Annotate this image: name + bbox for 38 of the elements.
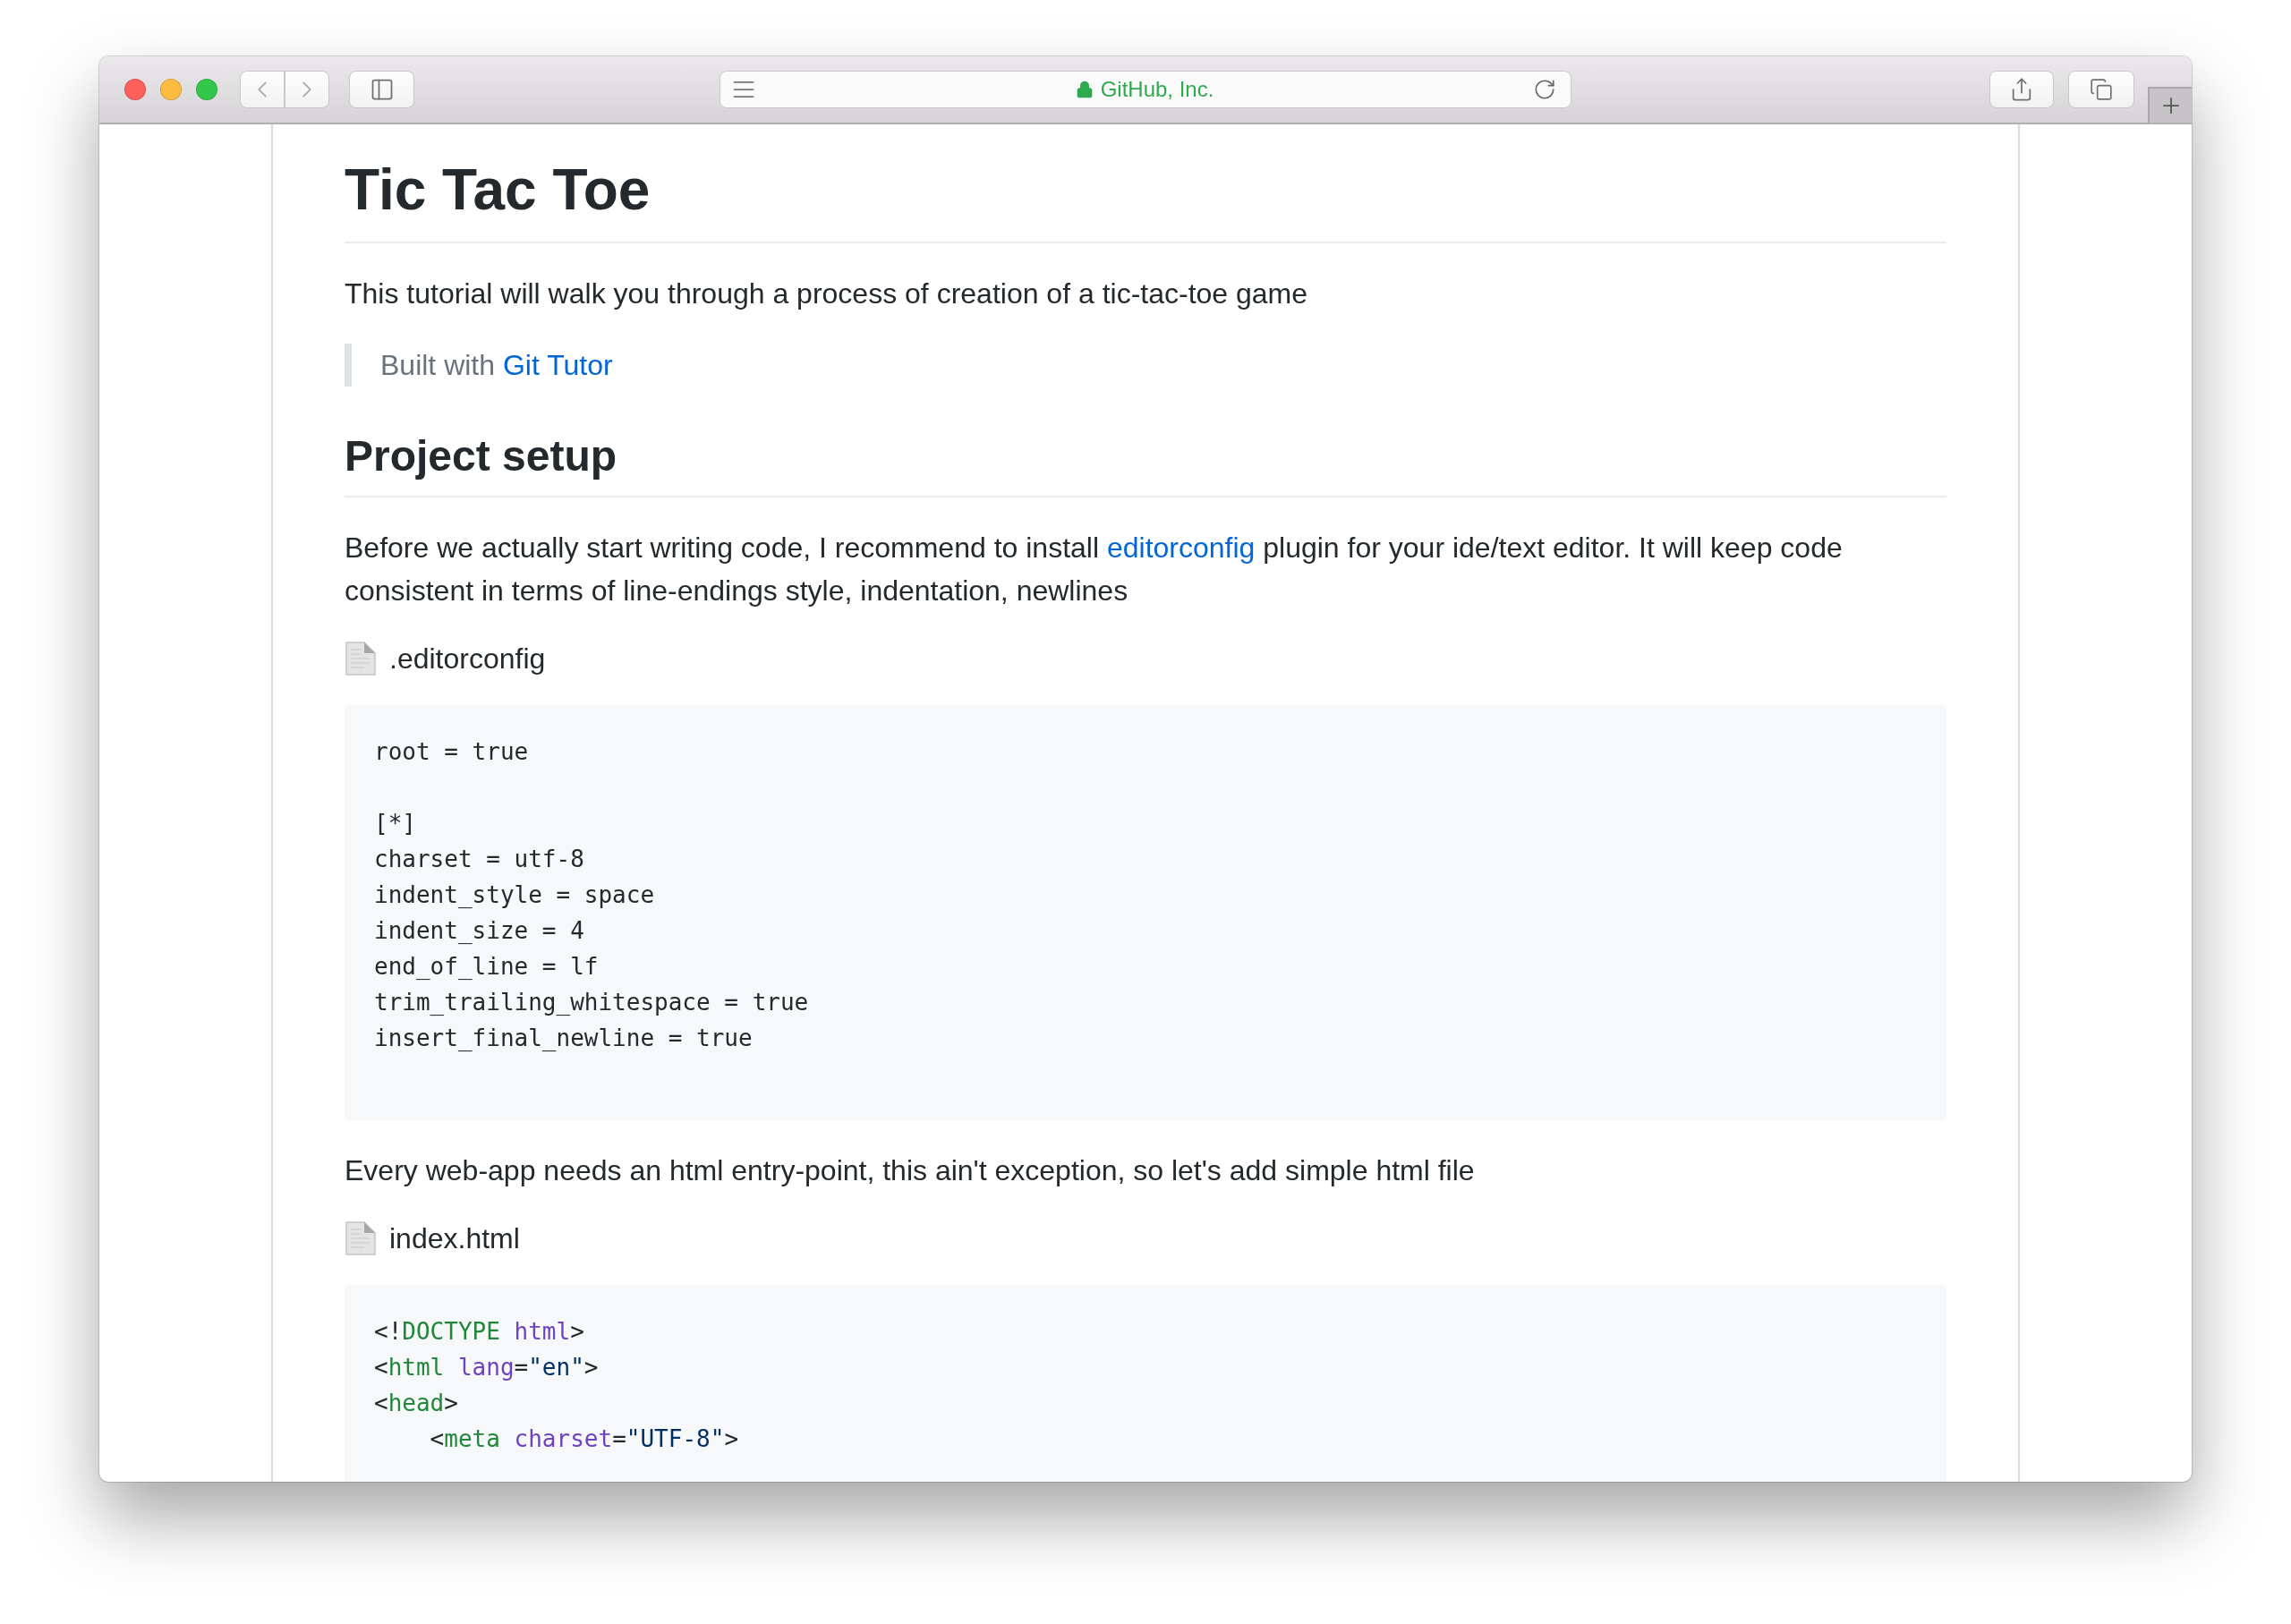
address-bar[interactable]: GitHub, Inc. xyxy=(720,71,1571,108)
code-line: <html lang="en"> xyxy=(374,1353,600,1382)
quote-text: Built with Git Tutor xyxy=(380,348,613,383)
zoom-button[interactable] xyxy=(196,79,217,100)
close-button[interactable] xyxy=(124,79,146,100)
code-line: root = true xyxy=(374,737,530,767)
address-text: GitHub, Inc. xyxy=(1100,77,1214,102)
code-line: <head> xyxy=(374,1389,459,1418)
code-line: charset = utf-8 xyxy=(374,845,585,874)
code-line: indent_style = space xyxy=(374,880,656,910)
code-line: [*] xyxy=(374,809,417,838)
paragraph: Before we actually start writing code, I recommend to install editorconfig plugin for your ide/text editor. It will keep code consistent in terms of line-endings style, indentation, newlines xyxy=(345,531,1844,608)
forward-button[interactable] xyxy=(285,71,329,108)
document-icon xyxy=(345,1220,377,1256)
file-name: .editorconfig xyxy=(389,642,546,676)
paragraph: Every web-app needs an html entry-point, this ain't exception, so let's add simple html file xyxy=(345,1153,1476,1188)
minimize-button[interactable] xyxy=(160,79,182,100)
tabs-button[interactable] xyxy=(2068,71,2134,108)
link[interactable]: editorconfig xyxy=(1106,531,1256,564)
code-line: end_of_line = lf xyxy=(374,952,600,982)
quote-bar xyxy=(345,344,352,387)
paragraph: This tutorial will walk you through a process of creation of a tic-tac-toe game xyxy=(345,276,1309,311)
new-tab-button[interactable] xyxy=(2148,87,2192,123)
tabs-icon xyxy=(2090,78,2113,101)
code-line: <meta charset="UTF-8"> xyxy=(429,1424,740,1454)
sidebar-button[interactable] xyxy=(349,71,414,108)
share-button[interactable] xyxy=(1989,71,2054,108)
reload-icon xyxy=(1533,78,1556,101)
page-title: Tic Tac Toe xyxy=(345,154,1946,243)
code-line: insert_final_newline = true xyxy=(374,1024,754,1053)
code-line: trim_trailing_whitespace = true xyxy=(374,988,810,1017)
file-name: index.html xyxy=(389,1221,520,1255)
back-button[interactable] xyxy=(240,71,285,108)
code-line: indent_size = 4 xyxy=(374,916,585,946)
link[interactable]: Git Tutor xyxy=(502,349,613,381)
section-heading: Project setup xyxy=(345,429,1946,497)
code-line: <!DOCTYPE html> xyxy=(374,1317,585,1347)
document-icon xyxy=(345,641,377,676)
